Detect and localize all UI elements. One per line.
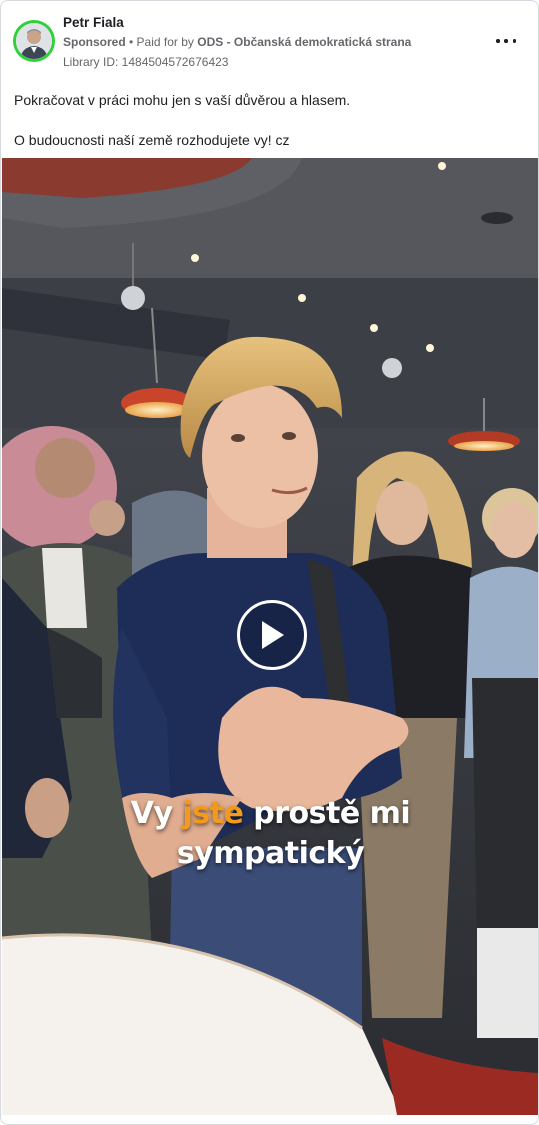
sponsored-line: Sponsored • Paid for by ODS - Občanská d… <box>63 35 411 49</box>
caption-text: Vy <box>130 796 183 831</box>
caption-text: prostě mi <box>243 796 411 831</box>
play-icon <box>262 621 284 649</box>
avatar[interactable] <box>13 20 55 62</box>
video-caption-line-2: sympatický <box>176 836 365 871</box>
profile-photo <box>16 23 52 59</box>
author-name[interactable]: Petr Fiala <box>63 15 124 30</box>
post-text-line-2: O budoucnosti naší země rozhodujete vy! … <box>14 132 290 148</box>
post-text-line-1: Pokračovat v práci mohu jen s vaší důvěr… <box>14 92 351 108</box>
profile-photo-graphic <box>16 23 52 59</box>
paid-for-by[interactable]: ODS - Občanská demokratická strana <box>197 35 411 49</box>
video-player[interactable]: Vy jste prostě mi sympatický <box>2 158 538 1115</box>
library-id: Library ID: 1484504572676423 <box>63 55 229 69</box>
more-options-icon[interactable] <box>496 33 516 49</box>
more-dot <box>512 39 516 43</box>
ad-card: Petr Fiala Sponsored • Paid for by ODS -… <box>0 0 539 1125</box>
more-dot <box>504 39 508 43</box>
paid-for-prefix: Paid for by <box>136 35 198 49</box>
sponsored-label: Sponsored <box>63 35 126 49</box>
more-dot <box>496 39 500 43</box>
video-caption-line-1: Vy jste prostě mi <box>2 796 538 831</box>
caption-accent-text: jste <box>182 796 244 831</box>
play-button[interactable] <box>237 600 307 670</box>
meta-separator: • <box>125 35 137 49</box>
